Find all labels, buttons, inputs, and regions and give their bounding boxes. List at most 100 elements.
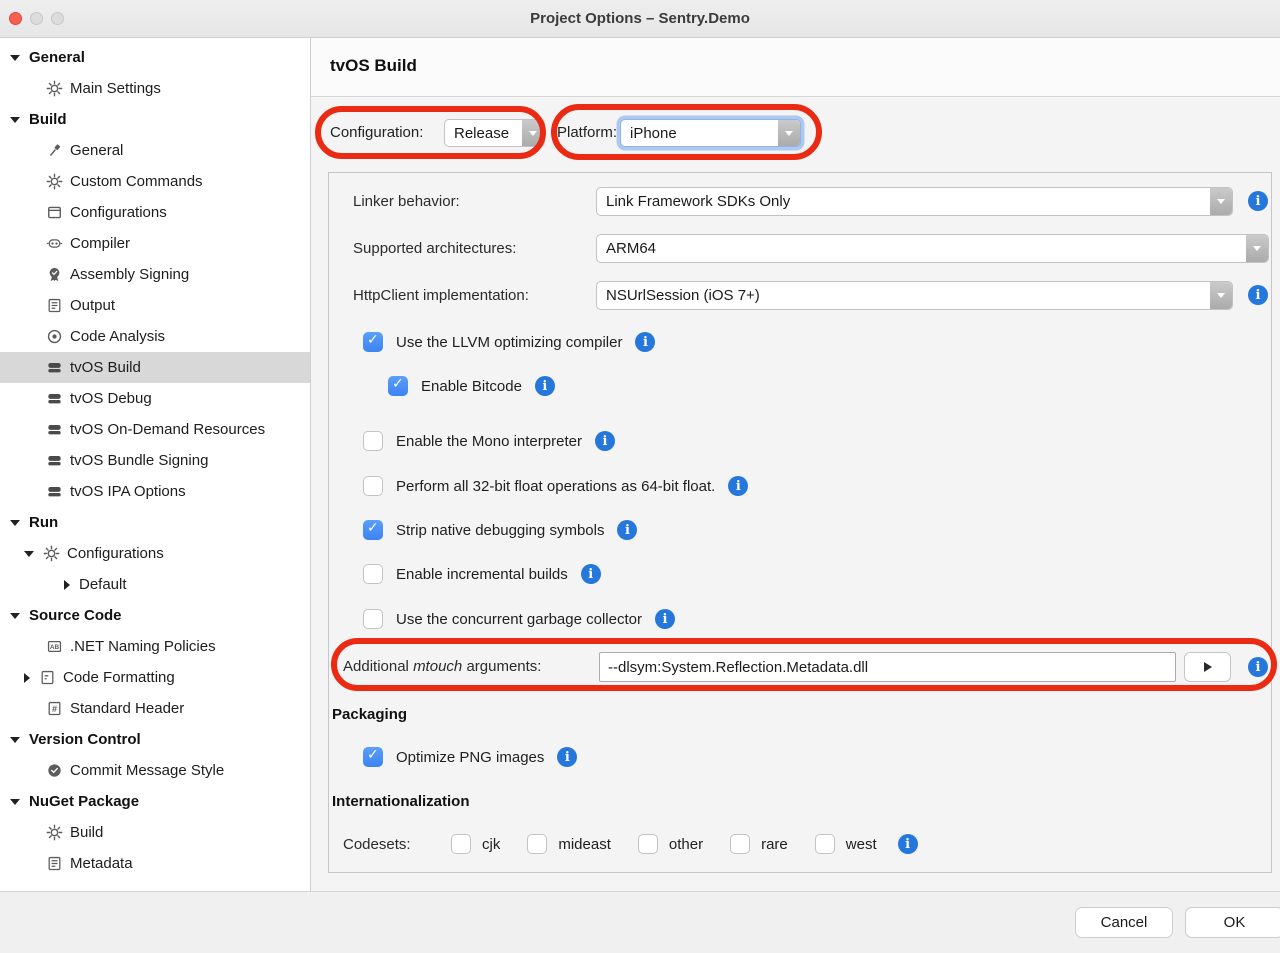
cancel-button[interactable]: Cancel xyxy=(1075,907,1173,938)
checkbox-row: Enable Bitcode i xyxy=(388,375,555,397)
chevron-down-icon[interactable] xyxy=(10,520,20,526)
main-content: Configuration: Release Platform: iPhone … xyxy=(311,97,1280,891)
platform-dropdown[interactable]: iPhone xyxy=(620,119,801,147)
sidebar-item-label: tvOS Debug xyxy=(70,390,152,407)
sidebar-item-label: NuGet Package xyxy=(29,793,139,810)
codesets-row: Codesets: cjkmideastotherrarewesti xyxy=(343,833,918,855)
chevron-down-icon[interactable] xyxy=(10,799,20,805)
sidebar-item-label: Assembly Signing xyxy=(70,266,189,283)
chevron-down-icon[interactable] xyxy=(10,737,20,743)
checkbox-label: Optimize PNG images xyxy=(396,749,544,766)
info-icon[interactable]: i xyxy=(581,564,601,584)
setting-dropdown[interactable]: NSUrlSession (iOS 7+) xyxy=(596,281,1233,310)
checkbox[interactable] xyxy=(638,834,658,854)
info-icon[interactable]: i xyxy=(728,476,748,496)
checkbox[interactable] xyxy=(388,376,408,396)
sidebar-item-build[interactable]: Build xyxy=(0,104,310,135)
sidebar-item-default[interactable]: Default xyxy=(0,569,310,600)
checkbox[interactable] xyxy=(815,834,835,854)
hammer-icon xyxy=(46,142,63,159)
sidebar-item-tvos-on-demand-resources[interactable]: tvOS On-Demand Resources xyxy=(0,414,310,445)
sidebar-item-custom-commands[interactable]: Custom Commands xyxy=(0,166,310,197)
chevron-down-icon[interactable] xyxy=(24,551,34,557)
checkbox[interactable] xyxy=(363,431,383,451)
checkbox[interactable] xyxy=(451,834,471,854)
chevron-right-icon[interactable] xyxy=(64,580,70,590)
sidebar-item-main-settings[interactable]: Main Settings xyxy=(0,73,310,104)
ok-button[interactable]: OK xyxy=(1185,907,1280,938)
chevron-right-icon[interactable] xyxy=(24,673,30,683)
sidebar-item-assembly-signing[interactable]: Assembly Signing xyxy=(0,259,310,290)
sidebar-item-tvos-ipa-options[interactable]: tvOS IPA Options xyxy=(0,476,310,507)
sidebar-item-configurations[interactable]: Configurations xyxy=(0,197,310,228)
chevron-down-icon[interactable] xyxy=(778,120,800,146)
sidebar-item-tvos-bundle-signing[interactable]: tvOS Bundle Signing xyxy=(0,445,310,476)
sidebar-item-general[interactable]: General xyxy=(0,135,310,166)
sidebar-item-run[interactable]: Run xyxy=(0,507,310,538)
sidebar-item-output[interactable]: Output xyxy=(0,290,310,321)
info-icon[interactable]: i xyxy=(655,609,675,629)
info-icon[interactable]: i xyxy=(535,376,555,396)
ab-icon: AB xyxy=(46,638,63,655)
info-icon[interactable]: i xyxy=(595,431,615,451)
hash-icon: # xyxy=(46,700,63,717)
sidebar-item-tvos-debug[interactable]: tvOS Debug xyxy=(0,383,310,414)
info-icon[interactable]: i xyxy=(898,834,918,854)
sidebar-item-label: Main Settings xyxy=(70,80,161,97)
sidebar-item-label: tvOS Build xyxy=(70,359,141,376)
tv-icon xyxy=(46,390,63,407)
optimize-png-checkbox[interactable] xyxy=(363,747,383,767)
sidebar-item--net-naming-policies[interactable]: AB.NET Naming Policies xyxy=(0,631,310,662)
sidebar-item-general[interactable]: General xyxy=(0,42,310,73)
sidebar-item-label: Code Analysis xyxy=(70,328,165,345)
info-icon[interactable]: i xyxy=(1248,191,1268,211)
setting-dropdown[interactable]: ARM64 xyxy=(596,234,1269,263)
sidebar-item-commit-message-style[interactable]: Commit Message Style xyxy=(0,755,310,786)
sidebar-item-build[interactable]: Build xyxy=(0,817,310,848)
checkbox[interactable] xyxy=(730,834,750,854)
check-circle-icon xyxy=(46,762,63,779)
sidebar-item-code-analysis[interactable]: Code Analysis xyxy=(0,321,310,352)
sidebar-item-source-code[interactable]: Source Code xyxy=(0,600,310,631)
checkbox[interactable] xyxy=(363,332,383,352)
checkbox[interactable] xyxy=(363,564,383,584)
checkbox-row: Use the concurrent garbage collectori xyxy=(363,608,675,630)
checkbox-label: Perform all 32-bit float operations as 6… xyxy=(396,478,715,495)
info-icon[interactable]: i xyxy=(617,520,637,540)
chevron-down-icon[interactable] xyxy=(1210,188,1232,215)
info-icon[interactable]: i xyxy=(1248,285,1268,305)
sidebar-item-label: Compiler xyxy=(70,235,130,252)
gear-icon xyxy=(46,173,63,190)
sidebar-item-tvos-build[interactable]: tvOS Build xyxy=(0,352,310,383)
chevron-down-icon[interactable] xyxy=(1246,235,1268,262)
chevron-down-icon[interactable] xyxy=(10,117,20,123)
checkbox[interactable] xyxy=(363,520,383,540)
configuration-dropdown[interactable]: Release xyxy=(444,119,545,147)
checkbox-label: mideast xyxy=(558,836,611,853)
info-icon[interactable]: i xyxy=(557,747,577,767)
info-icon[interactable]: i xyxy=(1248,657,1268,677)
checkbox[interactable] xyxy=(363,609,383,629)
checkbox-label: west xyxy=(846,836,877,853)
checkbox-label: Enable Bitcode xyxy=(421,378,522,395)
setting-dropdown[interactable]: Link Framework SDKs Only xyxy=(596,187,1233,216)
info-icon[interactable]: i xyxy=(635,332,655,352)
chevron-down-icon[interactable] xyxy=(1210,282,1232,309)
sidebar-item-code-formatting[interactable]: Code Formatting xyxy=(0,662,310,693)
chevron-down-icon[interactable] xyxy=(10,55,20,61)
chevron-down-icon[interactable] xyxy=(10,613,20,619)
checkbox[interactable] xyxy=(363,476,383,496)
sidebar-item-standard-header[interactable]: #Standard Header xyxy=(0,693,310,724)
sidebar-item-version-control[interactable]: Version Control xyxy=(0,724,310,755)
sidebar-item-configurations[interactable]: Configurations xyxy=(0,538,310,569)
mtouch-arguments-input[interactable] xyxy=(599,652,1176,682)
play-icon[interactable] xyxy=(1184,652,1231,682)
sidebar-item-label: tvOS On-Demand Resources xyxy=(70,421,265,438)
sidebar-item-metadata[interactable]: Metadata xyxy=(0,848,310,879)
sidebar-item-nuget-package[interactable]: NuGet Package xyxy=(0,786,310,817)
chevron-down-icon[interactable] xyxy=(522,120,544,146)
tv-icon xyxy=(46,452,63,469)
checkbox-label: cjk xyxy=(482,836,500,853)
sidebar-item-compiler[interactable]: Compiler xyxy=(0,228,310,259)
checkbox[interactable] xyxy=(527,834,547,854)
